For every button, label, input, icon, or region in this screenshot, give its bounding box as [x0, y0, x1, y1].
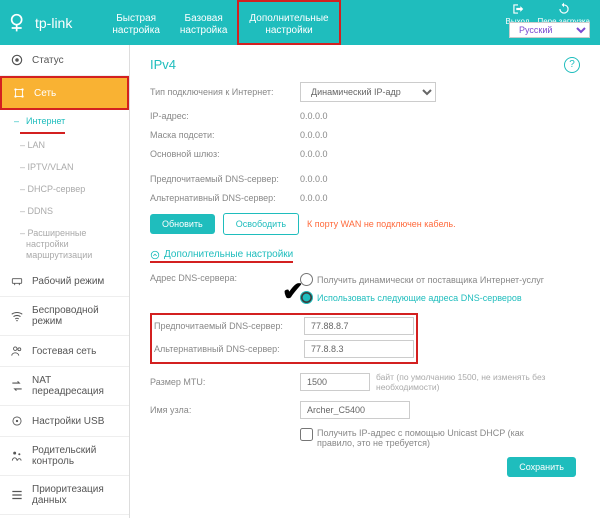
sidebar-sub-ddns[interactable]: – DDNS: [0, 200, 129, 222]
unicast-checkbox[interactable]: Получить IP-адрес с помощью Unicast DHCP…: [300, 428, 560, 448]
ip-label: IP-адрес:: [150, 111, 300, 121]
gw-label: Основной шлюз:: [150, 149, 300, 159]
dns1-label: Предпочитаемый DNS-сервер:: [150, 174, 300, 184]
mask-label: Маска подсети:: [150, 130, 300, 140]
wifi-icon: [10, 309, 24, 323]
main-content: ? IPv4 Тип подключения к Интернет: Динам…: [130, 45, 600, 518]
tab-advanced[interactable]: Дополнительные настройки: [237, 0, 340, 45]
qos-icon: [10, 488, 24, 502]
mtu-label: Размер MTU:: [150, 377, 300, 387]
help-icon[interactable]: ?: [564, 57, 580, 73]
guest-icon: [10, 344, 24, 358]
parental-icon: [10, 449, 24, 463]
alt-dns-label: Альтернативный DNS-сервер:: [154, 344, 304, 354]
sidebar-item-parental[interactable]: Родительский контроль: [0, 437, 129, 476]
dns2-label: Альтернативный DNS-сервер:: [150, 193, 300, 203]
unicast-check[interactable]: [300, 428, 313, 441]
radio-dns-auto[interactable]: Получить динамически от поставщика Интер…: [300, 273, 544, 286]
status-icon: [10, 53, 24, 67]
conn-type-select[interactable]: Динамический IP-адр: [300, 82, 436, 102]
nat-icon: [10, 379, 24, 393]
top-tabs: Быстрая настройка Базовая настройка Допо…: [102, 0, 340, 45]
sidebar-sub-lan[interactable]: – LAN: [0, 134, 129, 156]
save-button[interactable]: Сохранить: [507, 457, 576, 477]
sidebar-item-network[interactable]: Сеть: [0, 76, 129, 110]
opmode-icon: [10, 274, 24, 288]
mtu-hint: байт (по умолчанию 1500, не изменять без…: [376, 372, 546, 392]
mtu-input[interactable]: [300, 373, 370, 391]
sidebar-item-opmode[interactable]: Рабочий режим: [0, 266, 129, 297]
sidebar-item-status[interactable]: Статус: [0, 45, 129, 76]
sidebar-sub-iptv[interactable]: – IPTV/VLAN: [0, 156, 129, 178]
sidebar-item-usb[interactable]: Настройки USB: [0, 406, 129, 437]
ip-value: 0.0.0.0: [300, 111, 328, 121]
language-dropdown[interactable]: Русский: [509, 22, 590, 38]
dns-addr-label: Адрес DNS-сервера:: [150, 273, 300, 283]
pref-dns-label: Предпочитаемый DNS-сервер:: [154, 321, 304, 331]
tab-basic[interactable]: Базовая настройка: [170, 0, 238, 45]
conn-type-label: Тип подключения к Интернет:: [150, 87, 300, 97]
dns1-value: 0.0.0.0: [300, 174, 328, 184]
sidebar: Статус Сеть Интернет – LAN – IPTV/VLAN –…: [0, 45, 130, 518]
sidebar-item-qos[interactable]: Приоритезация данных: [0, 476, 129, 515]
host-input[interactable]: [300, 401, 410, 419]
mask-value: 0.0.0.0: [300, 130, 328, 140]
header: tp-link Быстрая настройка Базовая настро…: [0, 0, 600, 45]
network-icon: [12, 86, 26, 100]
sidebar-item-wireless[interactable]: Беспроводной режим: [0, 297, 129, 336]
tab-quick-setup[interactable]: Быстрая настройка: [102, 0, 170, 45]
language-select[interactable]: Русский: [509, 22, 590, 38]
tplink-icon: [10, 13, 30, 33]
checkmark-annotation: ✔: [282, 276, 304, 307]
update-button[interactable]: Обновить: [150, 214, 215, 234]
usb-icon: [10, 414, 24, 428]
sidebar-item-guest[interactable]: Гостевая сеть: [0, 336, 129, 367]
reload-icon: [557, 2, 571, 16]
brand-text: tp-link: [35, 15, 72, 31]
dns2-value: 0.0.0.0: [300, 193, 328, 203]
sidebar-item-nat[interactable]: NAT переадресация: [0, 367, 129, 406]
sidebar-sub-routing[interactable]: – Расширенные настройки маршрутизации: [0, 222, 129, 266]
release-button[interactable]: Освободить: [223, 213, 299, 235]
alt-dns-input[interactable]: [304, 340, 414, 358]
pref-dns-input[interactable]: [304, 317, 414, 335]
sidebar-sub-dhcp[interactable]: – DHCP-сервер: [0, 178, 129, 200]
wan-warning: К порту WAN не подключен кабель.: [307, 219, 456, 229]
brand-logo: tp-link: [10, 13, 72, 33]
gw-value: 0.0.0.0: [300, 149, 328, 159]
host-label: Имя узла:: [150, 405, 300, 415]
sidebar-sub-internet[interactable]: Интернет: [20, 110, 65, 134]
radio-dns-manual[interactable]: Использовать следующие адреса DNS-сервер…: [300, 291, 544, 304]
section-title: IPv4: [150, 57, 580, 72]
advanced-toggle[interactable]: Дополнительные настройки: [150, 249, 293, 263]
collapse-icon: [150, 250, 160, 260]
logout-icon: [511, 2, 525, 16]
